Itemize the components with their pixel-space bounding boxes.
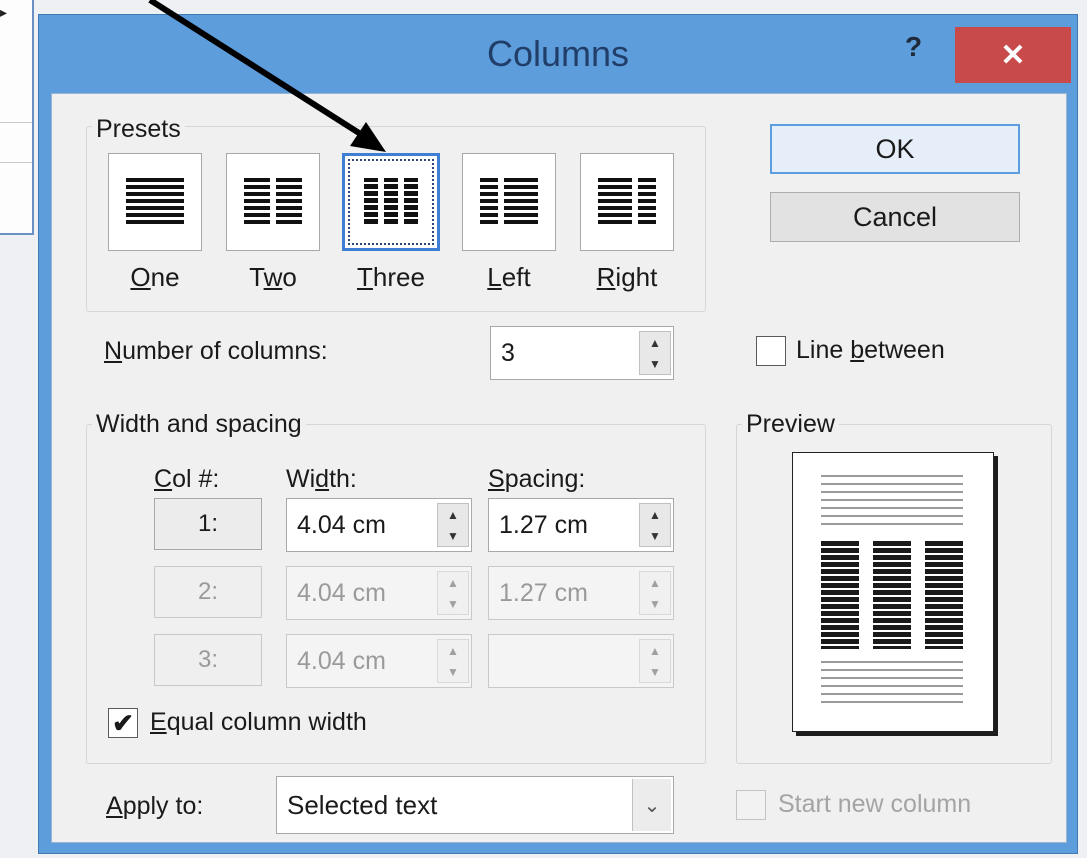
- spin-down-icon[interactable]: ▼: [640, 525, 670, 546]
- spin-up-icon: ▲: [649, 643, 661, 658]
- preset-three[interactable]: [342, 153, 440, 251]
- preset-left-label: Left: [487, 262, 531, 292]
- two-columns-icon: [244, 178, 302, 224]
- col-1-width-value[interactable]: 4.04 cm: [297, 499, 386, 551]
- spin-down-icon[interactable]: ▼: [438, 525, 468, 546]
- col-3-width-value: 4.04 cm: [297, 646, 386, 675]
- number-of-columns-label: Number of columns:: [104, 337, 328, 365]
- preset-two-label: Two: [249, 262, 297, 292]
- spin-up-icon: ▲: [447, 643, 459, 658]
- spin-down-icon: ▼: [447, 596, 459, 611]
- spinner-arrows: ▲ ▼: [437, 639, 469, 683]
- spin-down-icon: ▼: [447, 664, 459, 679]
- one-column-icon: [126, 178, 184, 224]
- col-3-label: 3:: [154, 634, 262, 686]
- equal-column-width-checkbox[interactable]: ✔: [108, 708, 138, 738]
- ok-button[interactable]: OK: [770, 124, 1020, 174]
- popup-divider: [0, 162, 32, 163]
- col-1-width-spinner[interactable]: 4.04 cm ▲ ▼: [286, 498, 472, 552]
- chevron-down-icon[interactable]: ⌄: [632, 779, 671, 831]
- col-3-width-spinner: 4.04 cm ▲ ▼: [286, 634, 472, 688]
- presets-group-label: Presets: [92, 115, 185, 144]
- preview-group-label: Preview: [742, 410, 839, 439]
- start-new-column-checkbox: [736, 790, 766, 820]
- spinner-arrows: ▲ ▼: [437, 571, 469, 615]
- background-popup: ▸: [0, 0, 34, 235]
- popup-divider: [0, 122, 32, 123]
- right-column-icon: [598, 178, 656, 224]
- number-of-columns-spinner[interactable]: 3 ▲ ▼: [490, 326, 674, 380]
- col-2-spacing-spinner: 1.27 cm ▲ ▼: [488, 566, 674, 620]
- preset-one[interactable]: [108, 153, 202, 251]
- apply-to-value[interactable]: Selected text: [287, 777, 437, 833]
- line-between-checkbox[interactable]: [756, 336, 786, 366]
- col-1-spacing-spinner[interactable]: 1.27 cm ▲ ▼: [488, 498, 674, 552]
- equal-column-width-label: Equal column width: [150, 708, 367, 736]
- cancel-button[interactable]: Cancel: [770, 192, 1020, 242]
- spinner-arrows[interactable]: ▲ ▼: [639, 503, 671, 547]
- col-1-label: 1:: [154, 498, 262, 550]
- col-2-width-value: 4.04 cm: [297, 578, 386, 607]
- preset-left[interactable]: [462, 153, 556, 251]
- spin-down-icon: ▼: [649, 596, 661, 611]
- col-2-label: 2:: [154, 566, 262, 618]
- preset-two[interactable]: [226, 153, 320, 251]
- help-button[interactable]: ?: [905, 31, 922, 63]
- preset-one-label: One: [130, 262, 180, 292]
- number-of-columns-value[interactable]: 3: [501, 327, 515, 379]
- col-number-header: Col #:: [154, 465, 220, 493]
- spin-up-icon[interactable]: ▲: [640, 504, 670, 525]
- width-spacing-group-label: Width and spacing: [92, 410, 306, 439]
- apply-to-dropdown[interactable]: Selected text ⌄: [276, 776, 674, 834]
- spin-up-icon[interactable]: ▲: [438, 504, 468, 525]
- width-header: Width:: [286, 465, 357, 493]
- start-new-column-label: Start new column: [778, 790, 972, 818]
- spinner-arrows: ▲ ▼: [639, 639, 671, 683]
- spin-up-icon: ▲: [447, 575, 459, 590]
- spin-up-icon: ▲: [649, 575, 661, 590]
- col-1-spacing-value[interactable]: 1.27 cm: [499, 499, 588, 551]
- apply-to-label: Apply to:: [106, 792, 204, 820]
- preset-three-label: Three: [357, 262, 425, 292]
- preview-page-drawing: [821, 475, 963, 703]
- spinner-arrows[interactable]: ▲ ▼: [437, 503, 469, 547]
- col-3-spacing-spinner: ▲ ▼: [488, 634, 674, 688]
- checkmark-icon: ✔: [112, 707, 134, 738]
- left-column-icon: [480, 178, 538, 224]
- line-between-label: Line between: [796, 336, 945, 364]
- three-columns-icon: [364, 178, 418, 224]
- close-icon: ✕: [1000, 38, 1026, 72]
- caret-icon: ▸: [0, 4, 8, 20]
- col-2-spacing-value: 1.27 cm: [499, 578, 588, 607]
- spinner-arrows: ▲ ▼: [639, 571, 671, 615]
- preset-right-label: Right: [596, 262, 658, 292]
- spacing-header: Spacing:: [488, 465, 586, 493]
- preview-page: [792, 452, 994, 732]
- close-button[interactable]: ✕: [955, 27, 1071, 83]
- col-2-width-spinner: 4.04 cm ▲ ▼: [286, 566, 472, 620]
- preset-right[interactable]: [580, 153, 674, 251]
- spinner-arrows[interactable]: ▲ ▼: [639, 331, 671, 375]
- spin-down-icon[interactable]: ▼: [640, 353, 670, 374]
- spin-up-icon[interactable]: ▲: [640, 332, 670, 353]
- spin-down-icon: ▼: [649, 664, 661, 679]
